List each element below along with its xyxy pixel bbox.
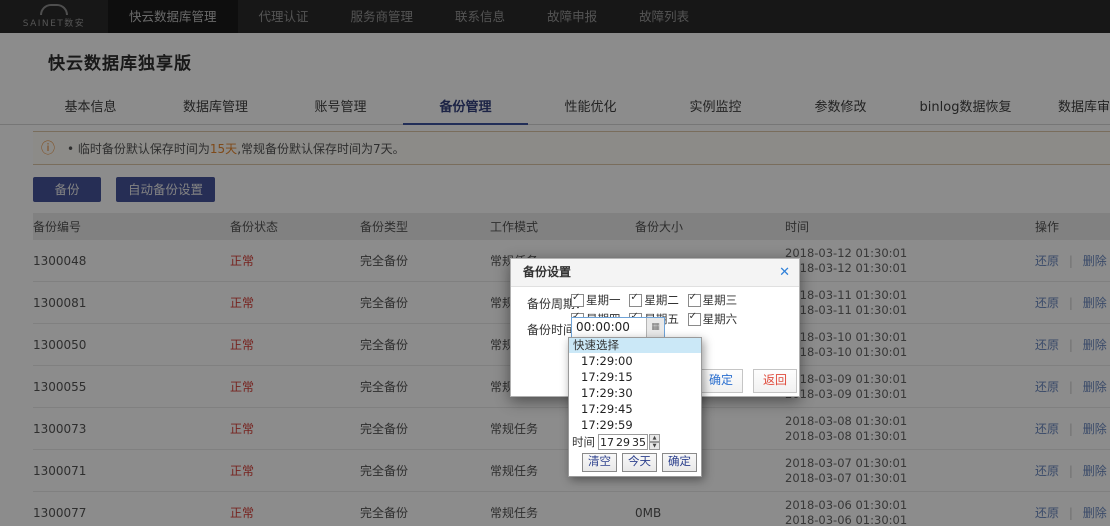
time-option[interactable]: 17:29:45 [569,401,701,417]
dialog-title: 备份设置 [511,259,799,287]
time-picker-dropdown: 快速选择 17:29:00 17:29:15 17:29:30 17:29:45… [568,337,702,477]
checkbox-checked-icon [571,294,584,307]
time-option[interactable]: 17:29:15 [569,369,701,385]
dialog-back-button[interactable]: 返回 [753,369,797,393]
minute-value[interactable]: 29 [615,436,631,449]
time-picker-icon[interactable]: ▦ [646,318,664,338]
time-spinner-box: 17 29 35 [598,434,648,450]
time-option[interactable]: 17:29:59 [569,417,701,433]
close-icon[interactable]: ✕ [779,259,790,286]
time-spinner-label: 时间 [572,434,595,450]
weekday-label: 星期一 [586,292,621,308]
weekday-label: 星期三 [703,292,738,308]
spinner-up-icon[interactable]: ▲ [649,434,660,442]
hour-value[interactable]: 17 [599,436,615,449]
quick-select-header: 快速选择 [569,338,701,353]
time-option[interactable]: 17:29:00 [569,353,701,369]
checkbox-checked-icon [688,294,701,307]
spinner-down-icon[interactable]: ▼ [649,442,660,450]
weekday-checkbox[interactable]: 星期一 [571,292,621,308]
weekday-label: 星期二 [644,292,679,308]
time-spinner: ▲ ▼ [649,434,660,450]
time-options: 17:29:00 17:29:15 17:29:30 17:29:45 17:2… [569,353,701,433]
weekday-checkbox[interactable]: 星期二 [629,292,679,308]
time-option[interactable]: 17:29:30 [569,385,701,401]
weekday-label: 星期六 [703,311,738,327]
weekday-checkbox[interactable]: 星期三 [688,292,738,308]
backup-time-field: ▦ [571,317,665,339]
dialog-confirm-button[interactable]: 确定 [699,369,743,393]
time-spinner-row: 时间 17 29 35 ▲ ▼ [569,433,701,451]
checkbox-checked-icon [629,294,642,307]
timepicker-button[interactable]: 今天 [622,453,657,472]
second-value[interactable]: 35 [631,436,647,449]
backup-time-input[interactable] [572,318,644,336]
checkbox-checked-icon [688,313,701,326]
timepicker-button[interactable]: 确定 [662,453,697,472]
time-picker-buttons: 清空 今天 确定 [569,451,701,476]
weekday-checkbox[interactable]: 星期六 [688,311,738,327]
timepicker-button[interactable]: 清空 [582,453,617,472]
